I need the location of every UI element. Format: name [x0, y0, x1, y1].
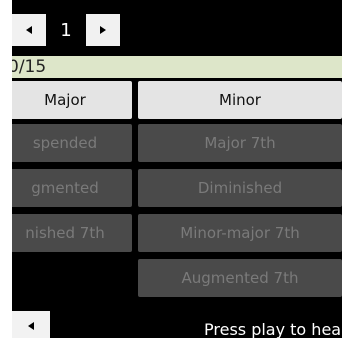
- chord-button-diminished[interactable]: Diminished: [138, 169, 342, 207]
- chord-label: nished 7th: [25, 224, 105, 242]
- chord-label: Minor: [219, 91, 261, 109]
- app-screen: 1 0/15 Major spended gmented nished 7th …: [12, 0, 342, 338]
- prev-page-button[interactable]: [12, 14, 46, 46]
- progress-bar: 0/15: [12, 56, 342, 78]
- chord-button-minor-major-7th[interactable]: Minor-major 7th: [138, 214, 342, 252]
- chord-label: Major 7th: [204, 134, 276, 152]
- progress-text: 0/15: [12, 57, 47, 77]
- arrow-right-icon: [100, 26, 106, 34]
- chord-label: spended: [32, 134, 98, 152]
- back-button[interactable]: [12, 311, 50, 338]
- chord-button-major[interactable]: Major: [12, 81, 132, 119]
- chord-label: Augmented 7th: [181, 269, 299, 287]
- arrow-left-icon: [26, 26, 32, 34]
- page-number: 1: [60, 19, 72, 41]
- chord-label: Major: [44, 91, 86, 109]
- chord-button-suspended[interactable]: spended: [12, 124, 132, 162]
- next-page-button[interactable]: [86, 14, 120, 46]
- chord-label: Minor-major 7th: [180, 224, 300, 242]
- chord-button-augmented-7th[interactable]: Augmented 7th: [138, 259, 342, 297]
- pager: 1: [12, 14, 120, 46]
- arrow-left-icon: [28, 322, 34, 330]
- chord-button-minor[interactable]: Minor: [138, 81, 342, 119]
- instruction-text: Press play to hea: [204, 320, 342, 338]
- chord-button-augmented[interactable]: gmented: [12, 169, 132, 207]
- chord-button-diminished-7th[interactable]: nished 7th: [12, 214, 132, 252]
- chord-button-major-7th[interactable]: Major 7th: [138, 124, 342, 162]
- chord-label: gmented: [31, 179, 99, 197]
- chord-label: Diminished: [197, 179, 283, 197]
